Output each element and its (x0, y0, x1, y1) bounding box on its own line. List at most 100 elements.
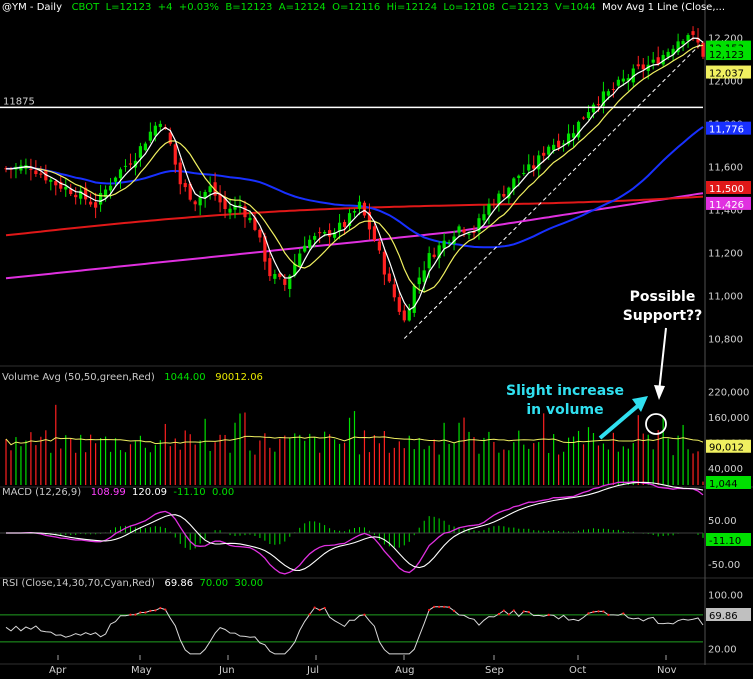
rsi-upper-level: 70.00 (199, 578, 229, 589)
candle-body (323, 232, 327, 234)
rsi-overbought-mark (602, 610, 605, 613)
candle-body (49, 179, 53, 182)
candle-body (283, 279, 287, 285)
rsi-overbought-mark (512, 609, 515, 612)
candle-body (148, 131, 152, 141)
time-tick: Sep (485, 665, 504, 676)
time-tick: Nov (657, 665, 677, 676)
candle-body (39, 173, 43, 175)
candle-body (397, 297, 401, 312)
price-badge: 12,037 (706, 65, 751, 80)
candle-body (497, 193, 501, 204)
candle-body (29, 168, 33, 170)
candle-body (298, 253, 302, 267)
candle-body (382, 251, 386, 275)
candle-body (89, 201, 93, 205)
volume-badge-text: 90,012 (709, 443, 744, 454)
candle-body (621, 78, 625, 82)
candle-body (581, 117, 586, 119)
candle-body (681, 41, 685, 45)
candle-body (228, 208, 232, 213)
change-pct: +0.03% (178, 2, 219, 13)
volume-tick: 160,000 (708, 413, 749, 424)
candle-body (273, 274, 277, 279)
candle-body (442, 240, 446, 249)
price-tick: 10,800 (708, 335, 743, 346)
change-value: +4 (157, 2, 173, 13)
ask-value: A=12124 (278, 2, 326, 13)
macd-badge: -11.10 (706, 533, 751, 547)
macd-zero-value: 0.00 (212, 487, 235, 498)
macd-header: MACD (12,26,9) 108.99 120.09 -11.10 0.00 (2, 487, 234, 498)
candle-body (422, 270, 426, 282)
candle-body (118, 169, 123, 179)
candle-body (591, 104, 596, 113)
candle-body (183, 183, 187, 188)
time-tick: Jun (218, 665, 235, 676)
time-tick: Aug (395, 665, 415, 676)
candle-body (377, 241, 381, 251)
candle-body (462, 229, 466, 233)
candle-body (328, 230, 332, 237)
rsi-badge: 69.86 (706, 608, 751, 622)
rsi-overbought-mark (134, 613, 137, 616)
candle-body (557, 140, 561, 148)
rsi-overbought-mark (139, 611, 142, 614)
rsi-overbought-mark (527, 610, 530, 614)
symbol-label: @YM - Daily (2, 2, 63, 13)
macd-tick: -50.00 (708, 560, 740, 571)
rsi-overbought-mark (622, 612, 625, 615)
rsi-overbought-mark (144, 611, 147, 614)
study-label: Mov Avg 1 Line (Close,... (602, 2, 726, 13)
candle-body (387, 273, 391, 282)
high-value: Hi=12124 (386, 2, 438, 13)
candle-body (372, 226, 377, 241)
last-price: L=12123 (105, 2, 152, 13)
rsi-overbought-mark (433, 605, 436, 608)
candle-body (153, 125, 157, 136)
macd-tick: 50.00 (708, 516, 737, 527)
candle-body (417, 277, 421, 285)
rsi-overbought-mark (129, 613, 132, 616)
price-badge: 11,500 (706, 181, 751, 195)
volume-average: 90012.06 (215, 372, 263, 383)
price-badge: 11,426 (706, 196, 751, 211)
candle-body (457, 226, 461, 233)
candle-body (268, 258, 272, 277)
exchange-label: CBOT (71, 2, 100, 13)
candle-body (547, 146, 551, 155)
volume-annotation: Slight increase in volume (506, 383, 624, 418)
rsi-study-label: RSI (Close,14,30,70,Cyan,Red) (2, 578, 155, 589)
price-tick: 11,600 (708, 163, 743, 174)
price-badge-text: 11,500 (709, 184, 744, 195)
macd-badge-text: -11.10 (709, 536, 741, 547)
candle-body (701, 42, 705, 57)
candle-body (636, 64, 640, 67)
rsi-overbought-mark (547, 613, 550, 616)
candle-body (303, 245, 307, 252)
low-value: Lo=12108 (443, 2, 496, 13)
rsi-value: 69.86 (164, 578, 194, 589)
rsi-overbought-mark (497, 612, 500, 616)
rsi-overbought-mark (438, 605, 441, 608)
price-tick: 11,000 (708, 292, 743, 303)
rsi-tick: 20.00 (708, 645, 737, 656)
candle-body (258, 229, 262, 238)
candle-body (34, 170, 38, 175)
rsi-overbought-mark (502, 609, 505, 612)
rsi-overbought-mark (452, 609, 456, 612)
rsi-tick: 100.00 (708, 591, 743, 602)
price-badge: 12,123 (706, 47, 751, 61)
rsi-overbought-mark (313, 606, 316, 609)
time-tick: Oct (569, 665, 586, 676)
candle-body (238, 205, 242, 207)
candle-body (596, 104, 601, 106)
rsi-overbought-mark (363, 613, 366, 616)
candle-body (611, 88, 615, 90)
rsi-overbought-mark (522, 610, 525, 613)
candle-body (517, 175, 521, 178)
rsi-overbought-mark (597, 610, 600, 613)
candle-body (412, 285, 416, 313)
candle-body (641, 64, 645, 70)
resistance-label: 11875 (3, 96, 35, 107)
